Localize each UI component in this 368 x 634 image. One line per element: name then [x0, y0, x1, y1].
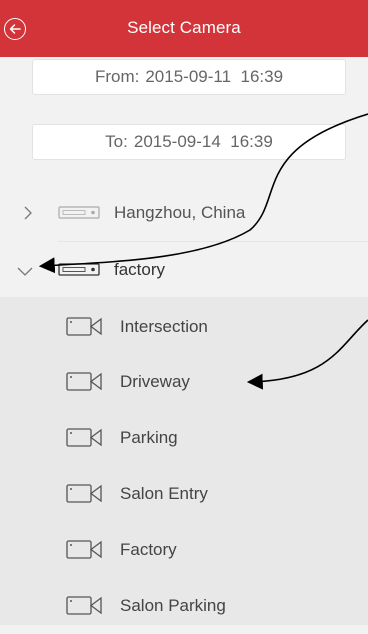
chevron-right-icon[interactable]	[0, 185, 58, 241]
header-bar: Select Camera	[0, 0, 368, 57]
list-item[interactable]: Factory	[0, 522, 368, 578]
from-value: 2015-09-11 16:39	[145, 67, 284, 86]
camera-label: Intersection	[120, 317, 208, 336]
camera-label: Salon Parking	[120, 596, 226, 615]
from-label: From:	[94, 67, 140, 86]
camera-list: Intersection Driveway Parking Salon Entr…	[0, 297, 368, 625]
camera-icon	[66, 427, 110, 449]
camera-icon	[66, 539, 110, 561]
list-item[interactable]: Driveway	[0, 354, 368, 410]
camera-icon	[66, 371, 110, 393]
camera-icon	[66, 316, 110, 338]
list-item[interactable]: Parking	[0, 410, 368, 466]
camera-icon	[66, 595, 110, 617]
device-label: factory	[114, 260, 166, 279]
dvr-icon	[58, 263, 104, 277]
list-item[interactable]: Salon Parking	[0, 578, 368, 634]
to-label: To:	[105, 132, 128, 151]
to-value: 2015-09-14 16:39	[133, 132, 273, 151]
camera-label: Factory	[120, 540, 177, 559]
camera-label: Salon Entry	[120, 484, 208, 503]
from-date-field[interactable]: From: 2015-09-11 16:39	[32, 59, 346, 95]
list-item[interactable]: Intersection	[0, 299, 368, 355]
chevron-down-icon[interactable]	[0, 242, 58, 298]
camera-label: Driveway	[120, 372, 190, 391]
camera-icon	[66, 483, 110, 505]
camera-label: Parking	[120, 428, 178, 447]
to-date-field[interactable]: To: 2015-09-14 16:39	[32, 124, 346, 160]
device-row-factory[interactable]: factory	[0, 242, 368, 298]
list-item[interactable]: Salon Entry	[0, 466, 368, 522]
device-label: Hangzhou, China	[114, 203, 246, 222]
device-row-hangzhou[interactable]: Hangzhou, China	[0, 185, 368, 241]
dvr-icon	[58, 206, 104, 220]
page-title: Select Camera	[127, 18, 241, 37]
